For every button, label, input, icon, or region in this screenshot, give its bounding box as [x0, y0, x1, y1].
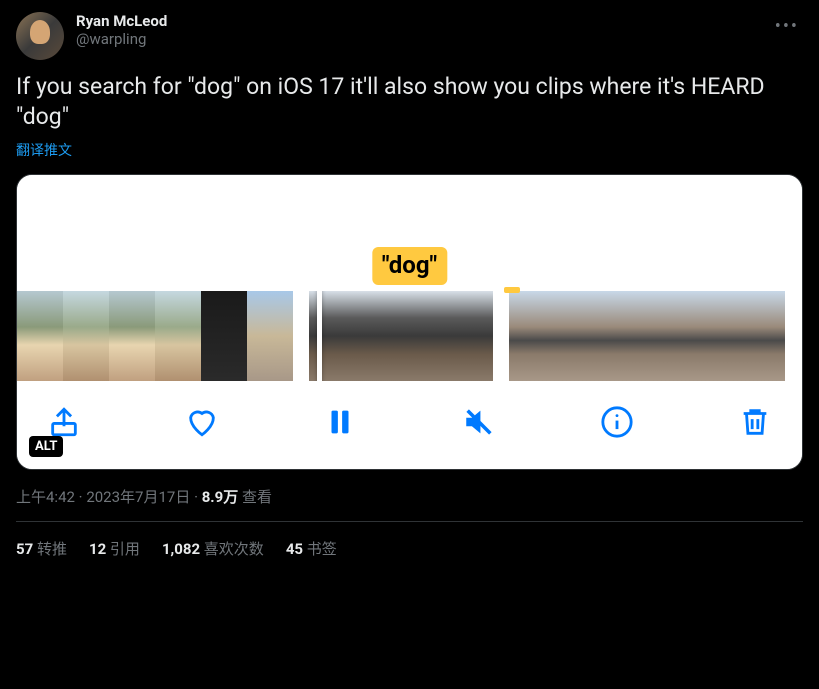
likes-stat[interactable]: 1,082 喜欢次数: [162, 538, 264, 559]
quotes-stat[interactable]: 12 引用: [89, 538, 140, 559]
thumbnail: [201, 291, 247, 381]
thumbnail: [155, 291, 201, 381]
media-top: "dog": [17, 175, 802, 291]
tweet-date[interactable]: 2023年7月17日: [86, 488, 190, 506]
views-label: 查看: [242, 488, 272, 506]
thumbnail: [401, 291, 447, 381]
media-toolbar: [17, 381, 802, 469]
thumbnail: [309, 291, 355, 381]
thumbnail: [17, 291, 63, 381]
pause-icon[interactable]: [323, 405, 357, 439]
author-block[interactable]: Ryan McLeod @warpling: [76, 12, 759, 48]
mute-icon[interactable]: [462, 405, 496, 439]
thumbnail: [739, 291, 785, 381]
thumbnail: [109, 291, 155, 381]
bookmarks-stat[interactable]: 45 书签: [286, 538, 337, 559]
search-term-badge: "dog": [372, 247, 447, 285]
clip-group-active: [309, 291, 493, 381]
tweet-container: Ryan McLeod @warpling ••• If you search …: [0, 0, 819, 575]
thumbnail: [647, 291, 693, 381]
thumbnail: [509, 291, 555, 381]
thumbnail: [447, 291, 493, 381]
info-icon[interactable]: [600, 405, 634, 439]
tweet-time[interactable]: 上午4:42: [16, 488, 75, 506]
thumbnail: [601, 291, 647, 381]
trash-icon[interactable]: [738, 405, 772, 439]
thumbnail: [63, 291, 109, 381]
thumbnail: [555, 291, 601, 381]
display-name: Ryan McLeod: [76, 12, 759, 30]
share-icon[interactable]: [47, 405, 81, 439]
tweet-text: If you search for "dog" on iOS 17 it'll …: [16, 72, 803, 132]
handle: @warpling: [76, 30, 759, 48]
thumbnail: [693, 291, 739, 381]
media-card[interactable]: "dog": [16, 174, 803, 470]
thumbnail: [355, 291, 401, 381]
alt-badge[interactable]: ALT: [29, 436, 63, 457]
playhead-marker: [504, 287, 520, 293]
translate-link[interactable]: 翻译推文: [16, 140, 72, 160]
thumbnail: [247, 291, 293, 381]
more-icon[interactable]: •••: [771, 12, 803, 41]
filmstrip[interactable]: [17, 291, 802, 381]
tweet-meta: 上午4:42 · 2023年7月17日 · 8.9万 查看: [16, 486, 803, 522]
clip-group: [17, 291, 293, 381]
avatar[interactable]: [16, 12, 64, 60]
tweet-stats: 57 转推 12 引用 1,082 喜欢次数 45 书签: [16, 522, 803, 575]
heart-icon[interactable]: [185, 405, 219, 439]
retweets-stat[interactable]: 57 转推: [16, 538, 67, 559]
tweet-header: Ryan McLeod @warpling •••: [16, 12, 803, 60]
clip-group: [509, 291, 785, 381]
views-count: 8.9万: [202, 488, 239, 506]
